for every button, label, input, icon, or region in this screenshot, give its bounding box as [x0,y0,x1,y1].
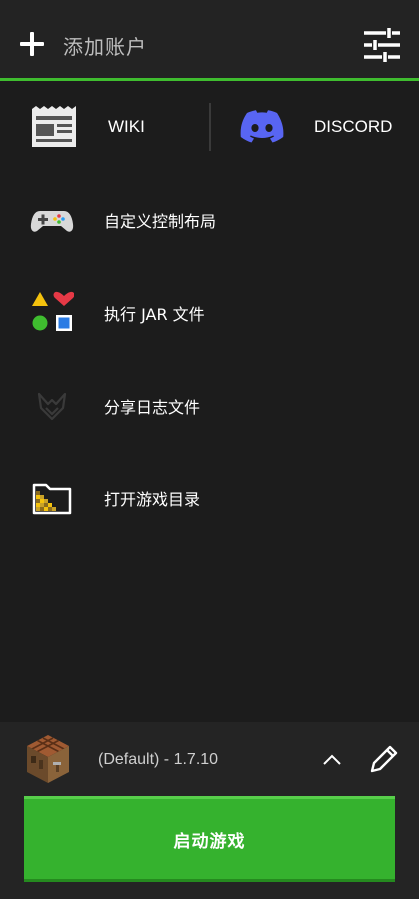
wiki-link[interactable]: WIKI [30,92,145,162]
profile-version-label[interactable]: (Default) - 1.7.10 [98,751,218,769]
shapes-icon [32,291,74,331]
share-logs-label: 分享日志文件 [104,398,201,417]
app-header: 添加账户 [0,0,419,78]
execute-jar-label: 执行 JAR 文件 [104,305,205,324]
menu-item-open-game-dir[interactable]: 打开游戏目录 [0,463,419,533]
chevron-up-icon[interactable] [322,752,342,766]
menu-item-share-logs[interactable]: 分享日志文件 [0,371,419,441]
add-account-label[interactable]: 添加账户 [63,31,147,60]
gamepad-icon [30,211,74,232]
header-accent-line [0,78,419,81]
sliders-icon[interactable] [362,25,402,65]
menu-item-execute-jar[interactable]: 执行 JAR 文件 [0,278,419,348]
launch-game-label: 启动游戏 [173,831,246,852]
discord-icon [240,110,284,143]
wiki-label: WIKI [108,117,145,136]
plus-icon[interactable] [18,30,46,58]
wiki-page-icon [32,106,76,147]
log-share-icon [37,392,67,421]
custom-controls-label: 自定义控制布局 [104,212,217,231]
folder-icon [32,483,72,515]
open-game-dir-label: 打开游戏目录 [104,490,201,509]
launch-game-button[interactable]: 启动游戏 [24,796,395,882]
crafting-table-icon[interactable] [26,734,70,784]
links-divider [209,103,211,151]
menu-item-custom-controls[interactable]: 自定义控制布局 [0,185,419,255]
discord-link[interactable]: DISCORD [240,92,392,162]
pencil-icon[interactable] [368,743,400,775]
discord-label: DISCORD [314,117,393,136]
